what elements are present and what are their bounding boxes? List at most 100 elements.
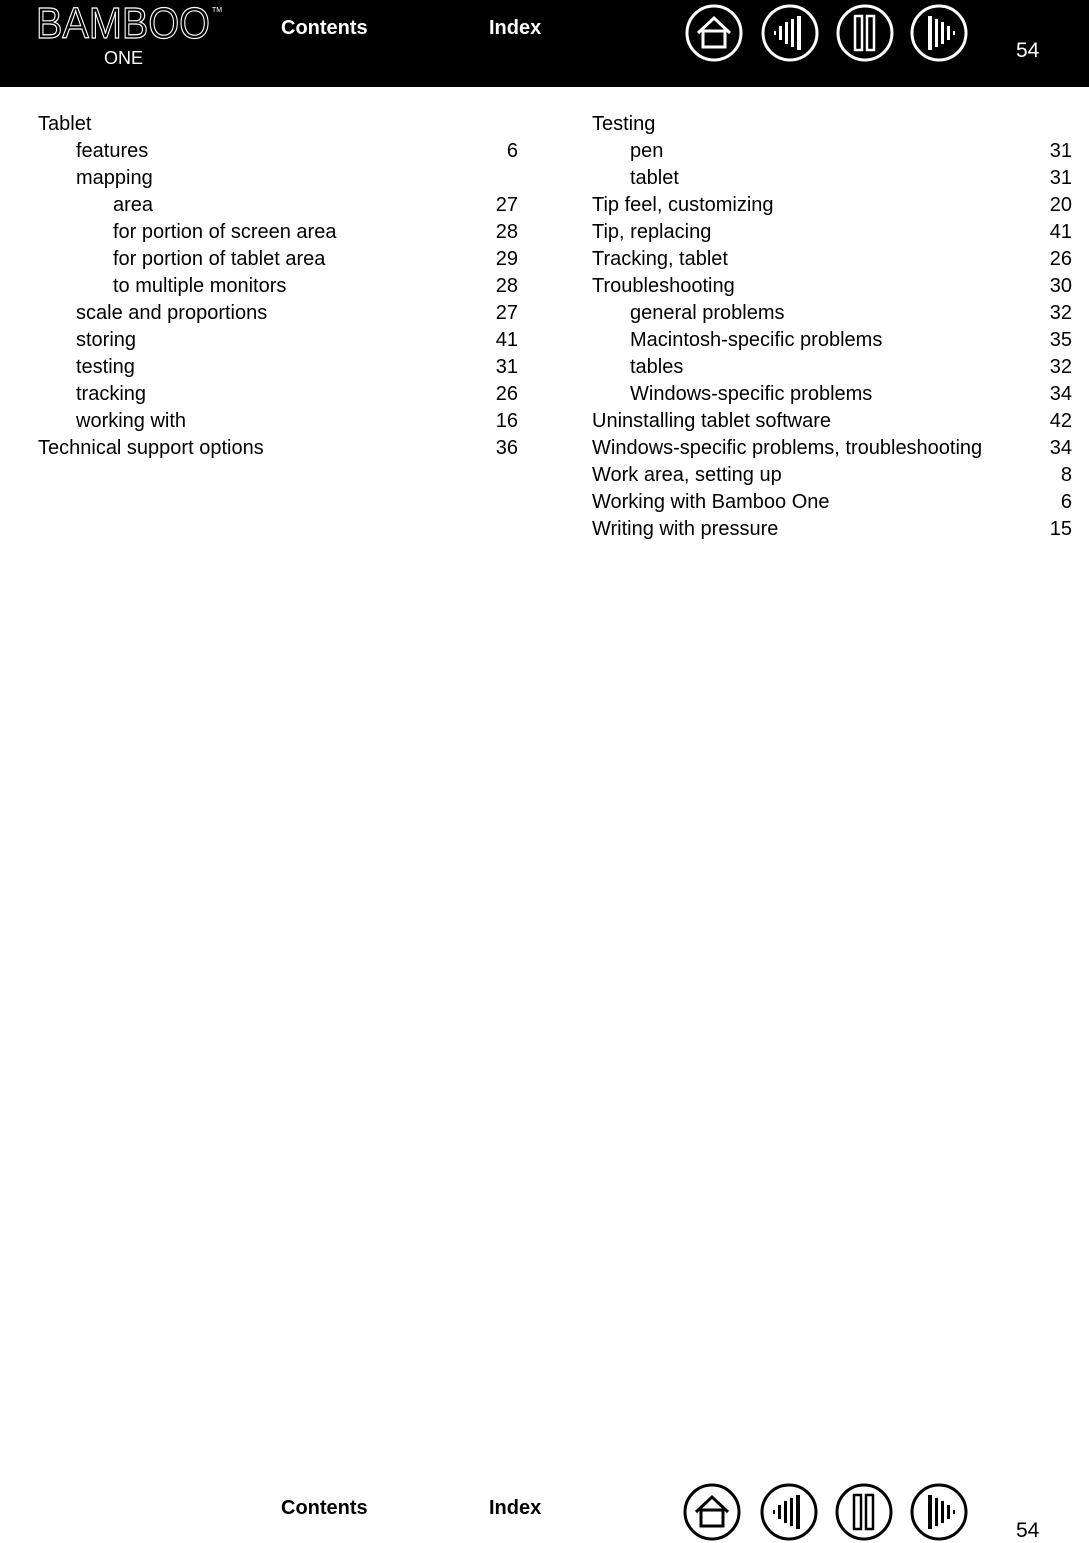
index-page-link[interactable]: 42	[1050, 408, 1072, 435]
previous-page-button[interactable]	[759, 1482, 819, 1542]
index-page-link[interactable]: 27	[496, 300, 518, 327]
index-entry[interactable]: to multiple monitors 28	[38, 273, 518, 300]
index-page-link[interactable]: 26	[1050, 246, 1072, 273]
index-entry[interactable]: Tip feel, customizing 20	[592, 192, 1072, 219]
index-column-left: Tablet features 6 mapping area 27 for portion …	[38, 111, 518, 462]
index-term: features	[76, 140, 149, 162]
index-page-link[interactable]: 36	[496, 435, 518, 462]
page-number: 54	[1016, 39, 1040, 62]
index-entry[interactable]: general problems 32	[592, 300, 1072, 327]
home-icon	[683, 1483, 741, 1541]
index-entry[interactable]: tracking 26	[38, 381, 518, 408]
index-entry[interactable]: Windows-specific problems 34	[592, 381, 1072, 408]
index-term: for portion of tablet area	[113, 248, 326, 270]
index-entry[interactable]: Work area, setting up 8	[592, 462, 1072, 489]
previous-page-icon	[761, 4, 819, 62]
index-page-link[interactable]: 35	[1050, 327, 1072, 354]
index-term: Writing with pressure	[592, 518, 779, 540]
index-page-link[interactable]: 29	[496, 246, 518, 273]
index-page-link[interactable]: 6	[507, 138, 518, 165]
index-page-link[interactable]: 30	[1050, 273, 1072, 300]
index-term: pen	[630, 140, 664, 162]
home-button[interactable]	[682, 1482, 742, 1542]
index-term: storing	[76, 329, 137, 351]
next-page-button[interactable]	[909, 3, 969, 63]
index-entry[interactable]: Troubleshooting 30	[592, 273, 1072, 300]
index-entry[interactable]: pen 31	[592, 138, 1072, 165]
index-page-link[interactable]: 31	[1050, 165, 1072, 192]
index-page-link[interactable]: 34	[1050, 435, 1072, 462]
index-entry[interactable]: Working with Bamboo One 6	[592, 489, 1072, 516]
index-term: Working with Bamboo One	[592, 491, 830, 513]
index-page-link[interactable]: 32	[1050, 354, 1072, 381]
next-page-button[interactable]	[909, 1482, 969, 1542]
pause-button[interactable]	[834, 1482, 894, 1542]
header-bar: BAMBOO TM ONE Contents Index 54	[0, 0, 1089, 87]
next-page-icon	[910, 1483, 968, 1541]
index-term: Work area, setting up	[592, 464, 782, 486]
index-link[interactable]: Index	[489, 17, 541, 40]
next-page-icon	[910, 4, 968, 62]
index-term: tracking	[76, 383, 147, 405]
index-term: Windows-specific problems, troubleshooti…	[592, 437, 983, 459]
index-entry[interactable]: Macintosh-specific problems 35	[592, 327, 1072, 354]
index-entry[interactable]: Tracking, tablet 26	[592, 246, 1072, 273]
pause-icon	[836, 4, 894, 62]
index-entry[interactable]: storing 41	[38, 327, 518, 354]
contents-link[interactable]: Contents	[281, 17, 368, 40]
index-entry[interactable]: testing 31	[38, 354, 518, 381]
index-term: area	[113, 194, 154, 216]
home-icon	[685, 4, 743, 62]
index-entry[interactable]: Technical support options 36	[38, 435, 518, 462]
index-page-link[interactable]: 41	[1050, 219, 1072, 246]
index-entry[interactable]: tables 32	[592, 354, 1072, 381]
index-page-link[interactable]: 41	[496, 327, 518, 354]
index-page-link[interactable]: 16	[496, 408, 518, 435]
logo-trademark: TM	[212, 7, 222, 14]
index-term: working with	[76, 410, 187, 432]
index-entry[interactable]: Writing with pressure 15	[592, 516, 1072, 543]
index-term: scale and proportions	[76, 302, 268, 324]
index-page-link[interactable]: 32	[1050, 300, 1072, 327]
index-link[interactable]: Index	[489, 1497, 541, 1520]
index-page-link[interactable]: 31	[1050, 138, 1072, 165]
index-term: Technical support options	[38, 437, 264, 459]
index-page-link[interactable]: 6	[1061, 489, 1072, 516]
index-entry[interactable]: features 6	[38, 138, 518, 165]
index-column-right: Testing pen 31 tablet 31 Tip feel, customizin…	[592, 111, 1072, 543]
index-term: mapping	[76, 167, 153, 189]
index-entry[interactable]: Uninstalling tablet software 42	[592, 408, 1072, 435]
index-entry[interactable]: working with 16	[38, 408, 518, 435]
index-term: Macintosh-specific problems	[630, 329, 883, 351]
contents-link[interactable]: Contents	[281, 1497, 368, 1520]
index-term: Tip feel, customizing	[592, 194, 774, 216]
index-page-link[interactable]: 8	[1061, 462, 1072, 489]
index-term: Tracking, tablet	[592, 248, 728, 270]
index-page-link[interactable]: 20	[1050, 192, 1072, 219]
previous-page-button[interactable]	[760, 3, 820, 63]
index-entry[interactable]: tablet 31	[592, 165, 1072, 192]
index-entry[interactable]: area 27	[38, 192, 518, 219]
index-term: Tip, replacing	[592, 221, 712, 243]
index-entry[interactable]: for portion of tablet area 29	[38, 246, 518, 273]
index-entry[interactable]: for portion of screen area 28	[38, 219, 518, 246]
index-entry[interactable]: scale and proportions 27	[38, 300, 518, 327]
index-entry[interactable]: Tip, replacing 41	[592, 219, 1072, 246]
index-page-link[interactable]: 28	[496, 273, 518, 300]
index-term: tables	[630, 356, 684, 378]
index-page-link[interactable]: 31	[496, 354, 518, 381]
pause-button[interactable]	[835, 3, 895, 63]
index-page-link[interactable]: 27	[496, 192, 518, 219]
index-term: general problems	[630, 302, 785, 324]
index-page-link[interactable]: 15	[1050, 516, 1072, 543]
index-entry[interactable]: Windows-specific problems, troubleshooti…	[592, 435, 1072, 462]
index-term: tablet	[630, 167, 679, 189]
logo-text: BAMBOO	[36, 2, 210, 48]
index-term: to multiple monitors	[113, 275, 287, 297]
index-term: Windows-specific problems	[630, 383, 873, 405]
index-page-link[interactable]: 28	[496, 219, 518, 246]
home-button[interactable]	[684, 3, 744, 63]
index-entry: mapping	[38, 165, 518, 192]
index-page-link[interactable]: 34	[1050, 381, 1072, 408]
index-page-link[interactable]: 26	[496, 381, 518, 408]
